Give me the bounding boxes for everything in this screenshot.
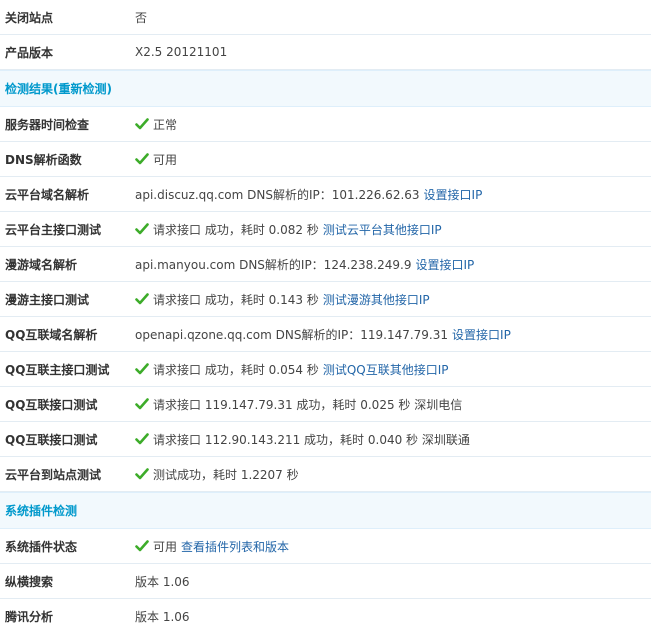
section-header-plugin-check: 系统插件检测	[0, 492, 651, 529]
row-value: 否	[135, 10, 148, 25]
cloud-diagnostics-table: 关闭站点 否 产品版本 X2.5 20121101 检测结果 (重新检测) 服务器…	[0, 0, 651, 634]
row-value: 正常	[153, 117, 178, 132]
row-value: openapi.qzone.qq.com DNS解析的IP：119.147.79…	[135, 327, 449, 342]
table-row: 漫游主接口测试 请求接口 成功，耗时 0.143 秒测试漫游其他接口IP	[0, 282, 651, 317]
check-icon	[135, 432, 149, 446]
table-row: DNS解析函数 可用	[0, 142, 651, 177]
section-header-check-results: 检测结果 (重新检测)	[0, 70, 651, 107]
row-value: 可用	[153, 539, 178, 554]
row-label: 服务器时间检查	[5, 117, 90, 132]
row-label: 产品版本	[5, 45, 54, 60]
table-row: 云平台域名解析 api.discuz.qq.com DNS解析的IP：101.22…	[0, 177, 651, 212]
row-label: 漫游主接口测试	[5, 292, 90, 307]
row-label: 云平台主接口测试	[5, 222, 102, 237]
check-icon	[135, 222, 149, 236]
row-label: QQ互联接口测试	[5, 397, 98, 412]
row-label: 系统插件状态	[5, 539, 78, 554]
check-icon	[135, 467, 149, 481]
table-row: 纵横搜索 版本 1.06	[0, 564, 651, 599]
row-action-link[interactable]: 测试云平台其他接口IP	[323, 221, 442, 238]
row-label: 关闭站点	[5, 10, 54, 25]
row-label: QQ互联接口测试	[5, 432, 98, 447]
table-row: QQ互联域名解析 openapi.qzone.qq.com DNS解析的IP：11…	[0, 317, 651, 352]
row-action-link[interactable]: 设置接口IP	[452, 326, 511, 343]
check-icon	[135, 539, 149, 553]
recheck-link[interactable]: (重新检测)	[53, 80, 112, 97]
row-value: api.discuz.qq.com DNS解析的IP：101.226.62.63	[135, 187, 420, 202]
row-action-link[interactable]: 设置接口IP	[415, 256, 474, 273]
row-value: 测试成功，耗时 1.2207 秒	[153, 467, 299, 482]
table-row: 漫游域名解析 api.manyou.com DNS解析的IP：124.238.24…	[0, 247, 651, 282]
table-row: QQ互联接口测试 请求接口 119.147.79.31 成功，耗时 0.025 秒…	[0, 387, 651, 422]
row-value: 请求接口 119.147.79.31 成功，耗时 0.025 秒 深圳电信	[153, 397, 463, 412]
check-icon	[135, 397, 149, 411]
row-action-link[interactable]: 设置接口IP	[424, 186, 483, 203]
table-row: 系统插件状态 可用 查看插件列表和版本	[0, 529, 651, 564]
row-action-link[interactable]: 测试QQ互联其他接口IP	[323, 361, 449, 378]
check-icon	[135, 362, 149, 376]
view-plugin-list-link[interactable]: 查看插件列表和版本	[181, 538, 289, 555]
row-value: 版本 1.06	[135, 610, 190, 624]
row-value: 请求接口 112.90.143.211 成功，耗时 0.040 秒 深圳联通	[153, 432, 470, 447]
row-value: 请求接口 成功，耗时 0.143 秒	[153, 292, 319, 307]
check-icon	[135, 117, 149, 131]
row-label: 云平台到站点测试	[5, 467, 102, 482]
row-value: 可用	[153, 152, 178, 167]
table-row: QQ互联接口测试 请求接口 112.90.143.211 成功，耗时 0.040 …	[0, 422, 651, 457]
table-row: 腾讯分析 版本 1.06	[0, 599, 651, 634]
row-label: 云平台域名解析	[5, 187, 90, 202]
row-value: 请求接口 成功，耗时 0.082 秒	[153, 222, 319, 237]
row-value: 版本 1.06	[135, 574, 190, 589]
row-value: api.manyou.com DNS解析的IP：124.238.249.9	[135, 257, 412, 272]
row-label: 漫游域名解析	[5, 257, 78, 272]
check-icon	[135, 152, 149, 166]
section-title: 系统插件检测	[5, 504, 78, 518]
row-action-link[interactable]: 测试漫游其他接口IP	[323, 291, 430, 308]
row-label: DNS解析函数	[5, 152, 82, 167]
table-row: 服务器时间检查 正常	[0, 107, 651, 142]
row-label: 腾讯分析	[5, 610, 54, 624]
table-row: QQ互联主接口测试 请求接口 成功，耗时 0.054 秒测试QQ互联其他接口IP	[0, 352, 651, 387]
row-label: 纵横搜索	[5, 574, 54, 589]
section-title: 检测结果	[5, 82, 54, 96]
table-row: 云平台到站点测试 测试成功，耗时 1.2207 秒	[0, 457, 651, 492]
table-row: 关闭站点 否	[0, 0, 651, 35]
table-row: 产品版本 X2.5 20121101	[0, 35, 651, 70]
row-label: QQ互联域名解析	[5, 327, 98, 342]
check-icon	[135, 292, 149, 306]
row-value: X2.5 20121101	[135, 45, 228, 59]
row-value: 请求接口 成功，耗时 0.054 秒	[153, 362, 319, 377]
table-row: 云平台主接口测试 请求接口 成功，耗时 0.082 秒测试云平台其他接口IP	[0, 212, 651, 247]
row-label: QQ互联主接口测试	[5, 362, 110, 377]
